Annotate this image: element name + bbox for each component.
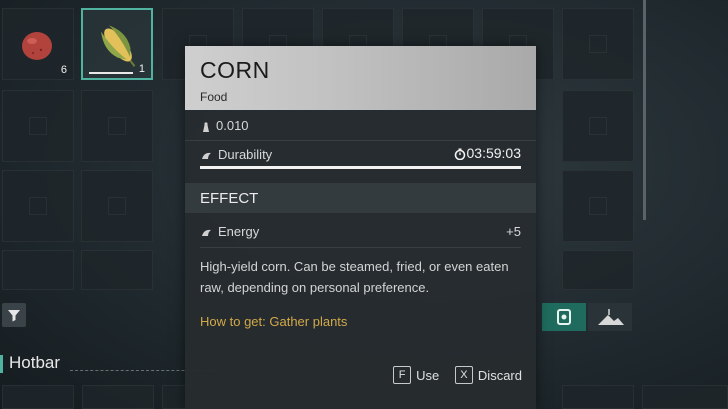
inventory-scrollbar[interactable] (643, 0, 646, 220)
hotbar-slot[interactable] (642, 385, 728, 409)
tab-island-category[interactable] (588, 303, 632, 331)
durability-label: Durability (218, 147, 273, 162)
effect-header-label: EFFECT (200, 190, 259, 207)
divider (185, 140, 536, 141)
use-label: Use (416, 367, 440, 383)
filter-button[interactable] (2, 303, 26, 327)
weight-value: 0.010 (216, 118, 249, 133)
timer-icon (454, 148, 465, 161)
hotbar-slot[interactable] (562, 385, 634, 409)
hotbar-slot[interactable] (82, 385, 154, 409)
durability-bar (200, 166, 521, 169)
tooltip-actions: F Use X Discard (381, 366, 522, 384)
inventory-slot[interactable] (81, 90, 153, 162)
divider (200, 247, 521, 248)
weight-icon (203, 121, 209, 132)
key-hint-x: X (454, 366, 473, 384)
discard-action[interactable]: X Discard (454, 366, 522, 384)
weight-row: 0.010 (200, 118, 521, 133)
item-description: High-yield corn. Can be steamed, fried, … (200, 259, 509, 295)
use-action[interactable]: F Use (393, 366, 439, 384)
badge-icon (557, 309, 571, 325)
hotbar-label: Hotbar (0, 353, 60, 373)
effect-section-header: EFFECT (185, 183, 536, 213)
effect-row-energy: Energy +5 (200, 224, 521, 239)
inventory-slot-corn[interactable]: 1 (81, 8, 153, 80)
durability-time: 03:59:03 (466, 145, 522, 161)
inventory-slot[interactable] (2, 170, 74, 242)
effect-value: +5 (506, 224, 521, 239)
inventory-slot-tomato[interactable]: 6 (2, 8, 74, 80)
item-category: Food (200, 90, 228, 104)
item-count: 6 (60, 64, 67, 76)
item-tooltip: CORN Food 0.010 Durability 03:59:03 EFFE… (185, 46, 536, 409)
inventory-slot[interactable] (562, 250, 634, 290)
item-title: CORN (200, 57, 270, 83)
energy-icon (202, 229, 211, 236)
item-count: 1 (138, 63, 145, 75)
island-icon (598, 309, 624, 325)
effect-name: Energy (218, 224, 260, 239)
durability-icon (202, 152, 211, 159)
inventory-slot[interactable] (81, 170, 153, 242)
discard-label: Discard (477, 367, 522, 383)
inventory-slot[interactable] (2, 90, 74, 162)
hotbar-slot[interactable] (2, 385, 74, 409)
tab-badge-category[interactable] (542, 303, 586, 331)
key-hint-f: F (393, 366, 412, 384)
filter-icon (8, 310, 20, 322)
durability-row: Durability 03:59:03 (200, 145, 522, 162)
inventory-slot[interactable] (562, 90, 634, 162)
selection-underline (89, 72, 133, 74)
how-to-get: How to get: Gather plants (200, 314, 348, 329)
inventory-slot[interactable] (81, 250, 153, 290)
tooltip-header: CORN Food (185, 46, 536, 110)
inventory-slot[interactable] (562, 170, 634, 242)
inventory-slot[interactable] (2, 250, 74, 290)
inventory-slot[interactable] (562, 8, 634, 80)
